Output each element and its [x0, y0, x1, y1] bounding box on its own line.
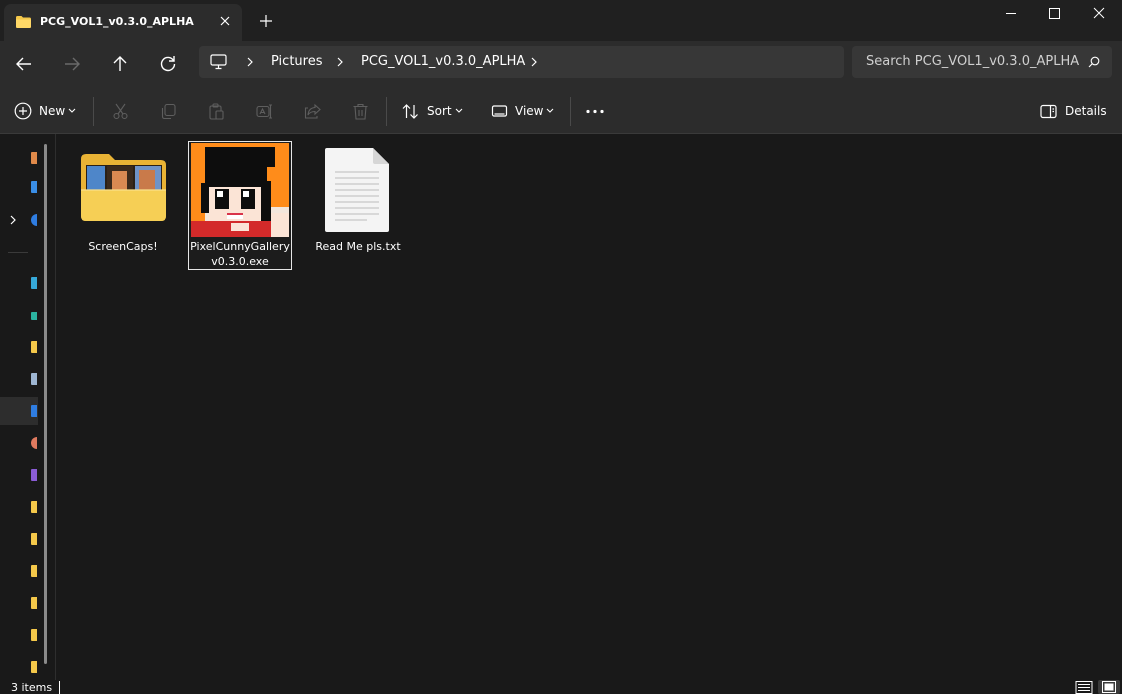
- sidebar-scrollbar[interactable]: [44, 144, 47, 664]
- chevron-right-icon[interactable]: [8, 214, 18, 226]
- sidebar-item-icon[interactable]: [31, 533, 37, 545]
- paste-icon[interactable]: [208, 103, 225, 120]
- view-button[interactable]: View: [515, 104, 543, 118]
- new-tab-icon[interactable]: [258, 13, 274, 29]
- chevron-down-icon[interactable]: [68, 108, 76, 114]
- up-icon[interactable]: [108, 52, 132, 76]
- sidebar-item-icon[interactable]: [31, 501, 37, 513]
- file-name: ScreenCaps!: [88, 240, 158, 253]
- sidebar-item-icon[interactable]: [31, 152, 37, 164]
- folder-icon: [81, 154, 166, 221]
- sidebar-item-icon[interactable]: [31, 469, 37, 481]
- sidebar-item-icon[interactable]: [31, 405, 37, 417]
- share-icon[interactable]: [304, 103, 321, 120]
- search-box[interactable]: Search PCG_VOL1_v0.3.0_APLHA: [852, 46, 1112, 78]
- details-button[interactable]: Details: [1065, 104, 1107, 118]
- close-window-icon[interactable]: [1076, 0, 1122, 28]
- address-bar[interactable]: Pictures PCG_VOL1_v0.3.0_APLHA: [199, 46, 844, 78]
- sidebar-item-icon[interactable]: [31, 341, 37, 353]
- delete-icon[interactable]: [352, 103, 369, 120]
- sidebar-item-icon[interactable]: [31, 661, 37, 673]
- view-icon[interactable]: [491, 103, 508, 120]
- navigation-pane: [0, 134, 56, 680]
- chevron-right-icon[interactable]: [529, 57, 539, 67]
- new-icon[interactable]: [14, 102, 32, 120]
- refresh-icon[interactable]: [156, 52, 180, 76]
- sidebar-item-icon[interactable]: [31, 629, 37, 641]
- chevron-right-icon[interactable]: [335, 57, 345, 67]
- sort-button[interactable]: Sort: [427, 104, 452, 118]
- maximize-icon[interactable]: [1031, 0, 1077, 28]
- sort-icon[interactable]: [402, 103, 419, 120]
- sidebar-item-icon[interactable]: [31, 312, 37, 320]
- folder-icon: [16, 16, 31, 28]
- search-icon[interactable]: [1088, 56, 1100, 68]
- rename-icon[interactable]: [256, 103, 273, 120]
- sidebar-item-icon[interactable]: [31, 437, 37, 449]
- cut-icon[interactable]: [112, 103, 129, 120]
- chevron-down-icon[interactable]: [455, 108, 463, 114]
- file-name: PixelCunnyGallery v0.3.0.exe: [190, 240, 290, 268]
- more-options-icon[interactable]: [585, 103, 605, 120]
- status-bar: 3 items: [0, 680, 1122, 694]
- tab-active[interactable]: PCG_VOL1_v0.3.0_APLHA: [4, 4, 242, 41]
- search-placeholder: Search PCG_VOL1_v0.3.0_APLHA: [866, 54, 1080, 69]
- navigation-bar: Pictures PCG_VOL1_v0.3.0_APLHA Search PC…: [0, 41, 1122, 87]
- chevron-right-icon[interactable]: [245, 57, 255, 67]
- title-bar: PCG_VOL1_v0.3.0_APLHA: [0, 0, 1122, 41]
- item-count: 3 items: [11, 681, 53, 694]
- sidebar-item-icon[interactable]: [31, 373, 37, 385]
- divider: [93, 97, 94, 126]
- this-pc-icon: [210, 54, 227, 70]
- command-bar: New Sort View Details: [0, 87, 1122, 134]
- forward-icon[interactable]: [60, 52, 84, 76]
- copy-icon[interactable]: [160, 103, 177, 120]
- divider: [8, 252, 28, 253]
- divider: [570, 97, 571, 126]
- document-icon: [325, 148, 389, 232]
- close-tab-icon[interactable]: [217, 13, 233, 29]
- new-button[interactable]: New: [39, 104, 65, 118]
- sidebar-item-icon[interactable]: [31, 181, 37, 193]
- tab-title: PCG_VOL1_v0.3.0_APLHA: [40, 15, 194, 28]
- divider: [59, 681, 60, 694]
- sidebar-item-icon[interactable]: [31, 277, 37, 289]
- breadcrumb-current-folder[interactable]: PCG_VOL1_v0.3.0_APLHA: [361, 54, 525, 69]
- details-pane-icon[interactable]: [1040, 103, 1057, 120]
- sidebar-item-icon[interactable]: [31, 565, 37, 577]
- breadcrumb-pictures[interactable]: Pictures: [271, 54, 322, 69]
- large-icons-view-icon: [1102, 681, 1116, 693]
- chevron-down-icon[interactable]: [546, 108, 554, 114]
- minimize-icon[interactable]: [988, 0, 1034, 28]
- sidebar-item-icon[interactable]: [31, 597, 37, 609]
- large-icons-view-button[interactable]: [1098, 680, 1120, 694]
- app-icon: [191, 143, 289, 237]
- details-view-icon[interactable]: [1075, 681, 1093, 694]
- divider: [386, 97, 387, 126]
- file-name: Read Me pls.txt: [315, 240, 401, 253]
- back-icon[interactable]: [12, 52, 36, 76]
- sidebar-item-icon[interactable]: [31, 214, 37, 226]
